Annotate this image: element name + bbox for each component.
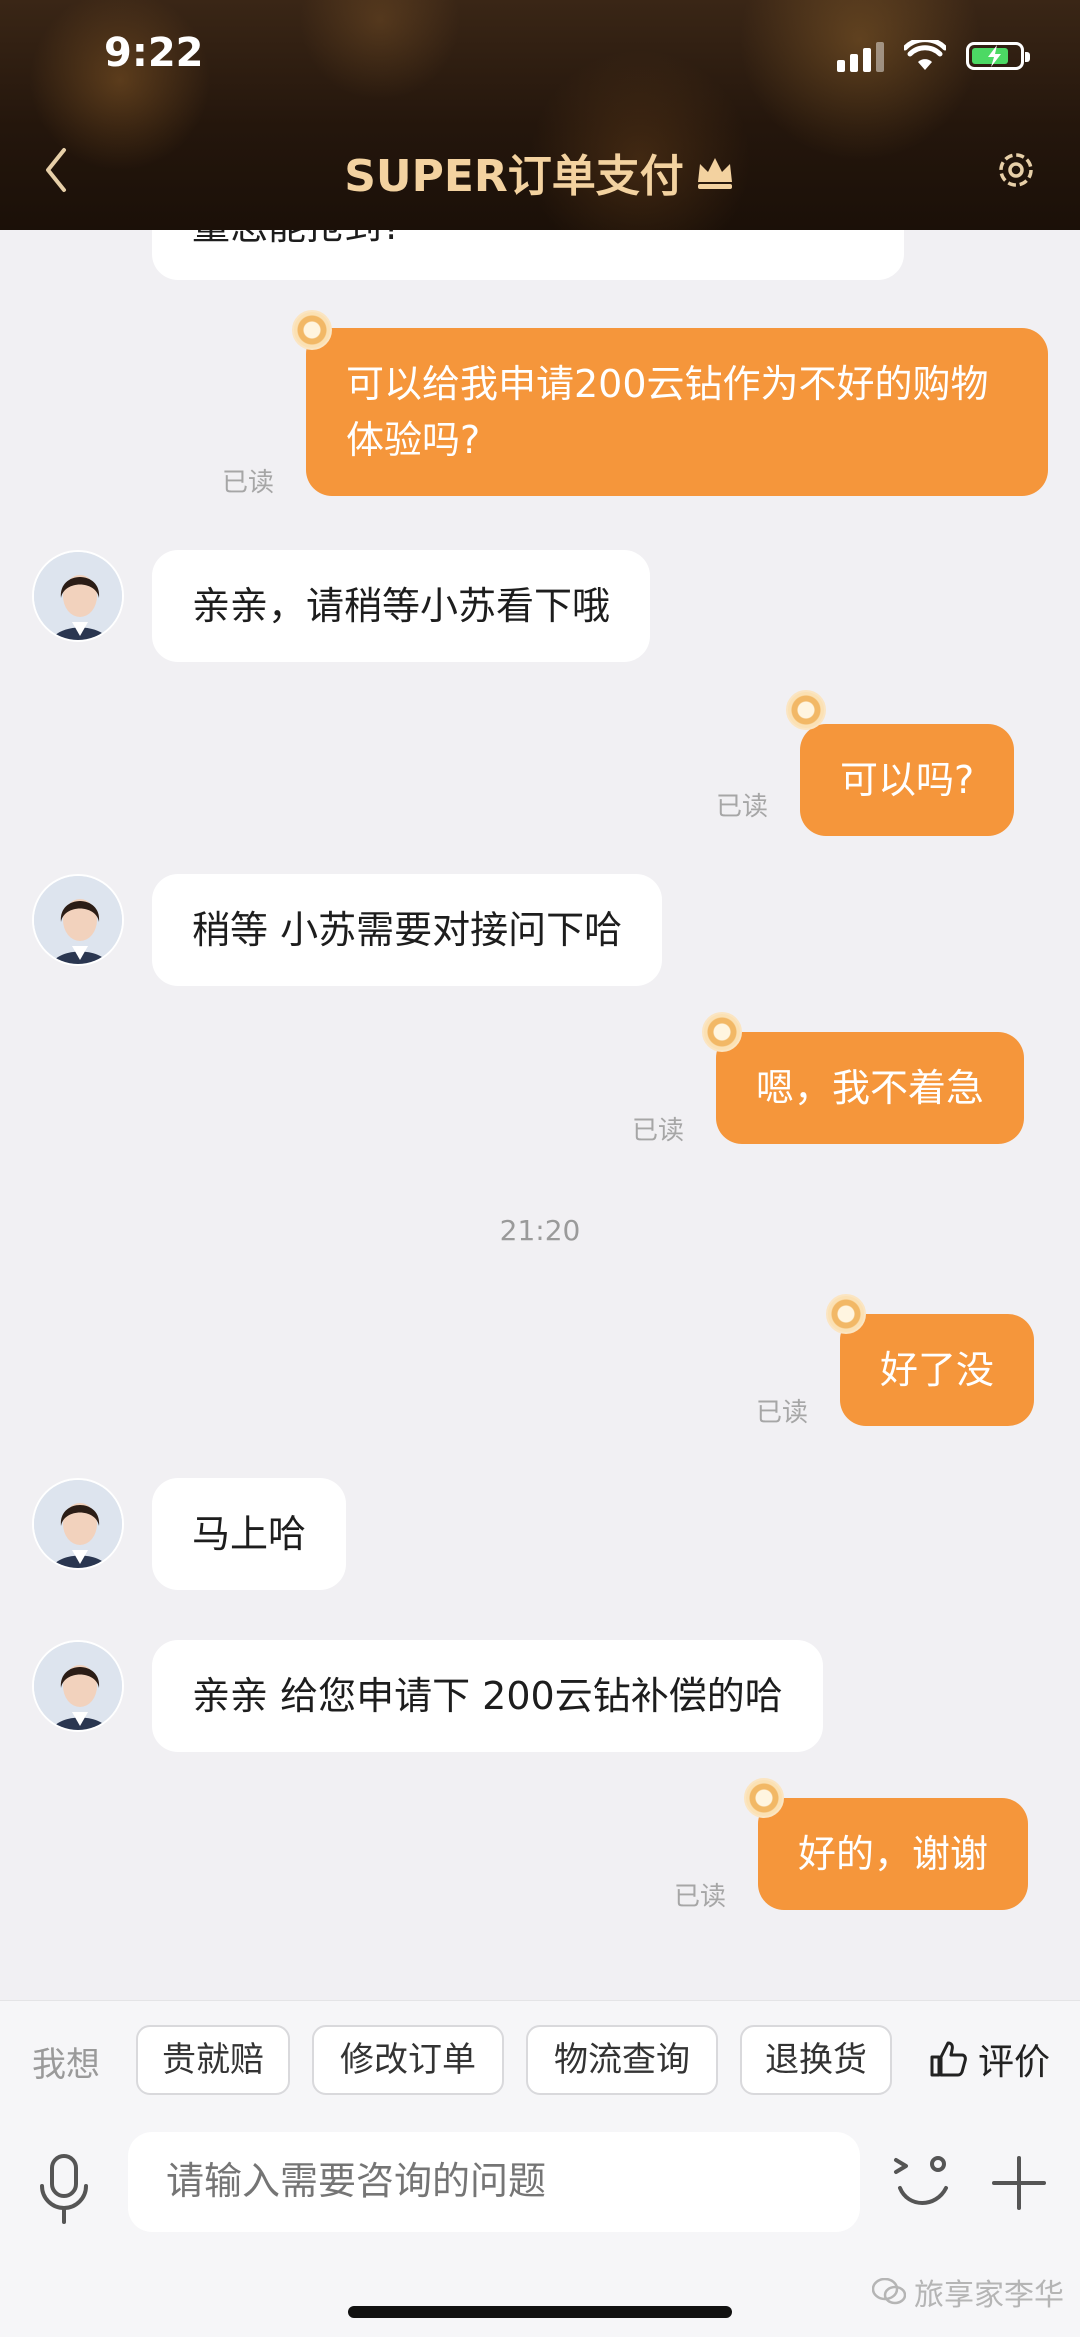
- message-text: 亲亲 给您申请下 200云钻补偿的哈: [192, 1674, 783, 1718]
- chat-bubble-right: 好的，谢谢: [758, 1798, 1029, 1910]
- home-indicator: [348, 2306, 732, 2318]
- rate-label: 评价: [977, 2042, 1050, 2083]
- message-text: 好了没: [880, 1348, 995, 1392]
- emoji-icon[interactable]: [888, 2148, 958, 2218]
- quick-actions-label: 我想: [32, 2045, 100, 2085]
- plus-icon[interactable]: [984, 2148, 1054, 2218]
- settings-gear-icon[interactable]: [992, 146, 1040, 194]
- chat-bubble-right: 可以给我申请200云钻作为不好的购物体验吗?: [306, 328, 1048, 496]
- status-icons: [837, 36, 1030, 76]
- message-text: 马上哈: [192, 1512, 307, 1556]
- read-status: 已读: [632, 1116, 685, 1146]
- message-text: 可以给我申请200云钻作为不好的购物体验吗?: [346, 362, 989, 462]
- chat-bubble-left: 稍等 小苏需要对接问下哈: [152, 874, 663, 986]
- quick-actions-bar: 我想 贵就赔 修改订单 物流查询 退换货 评价: [0, 2000, 1080, 2121]
- vip-badge-icon: [702, 1012, 742, 1052]
- chip-return-exchange[interactable]: 退换货: [740, 2025, 892, 2095]
- signal-icon: [837, 40, 884, 72]
- page-title: SUPER订单支付: [344, 140, 736, 204]
- chat-bubble-right: 嗯，我不着急: [716, 1032, 1025, 1144]
- chat-bubble-right: 好了没: [840, 1314, 1035, 1426]
- message-text: 好的，谢谢: [798, 1832, 989, 1876]
- input-bar: 旅享家李华: [0, 2120, 1080, 2337]
- watermark-text: 旅享家李华: [914, 2278, 1064, 2313]
- read-status: 已读: [674, 1882, 727, 1912]
- message-text: 可以吗?: [840, 758, 975, 802]
- chip-price-protect[interactable]: 贵就赔: [136, 2025, 290, 2095]
- message-text: 亲亲，请稍等小苏看下哦: [192, 584, 611, 628]
- wifi-icon: [904, 40, 946, 70]
- page-title-text: SUPER订单支付: [344, 151, 684, 202]
- wechat-logo-icon: [872, 2278, 906, 2305]
- chat-bubble-left: 亲亲，请稍等小苏看下哦: [152, 550, 651, 662]
- read-status: 已读: [756, 1398, 809, 1428]
- crown-icon: [697, 158, 732, 189]
- vip-badge-icon: [292, 310, 332, 350]
- chat-bubble-right: 可以吗?: [800, 724, 1015, 836]
- message-text: 稍等 小苏需要对接问下哈: [192, 908, 623, 952]
- chip-modify-order[interactable]: 修改订单: [312, 2025, 504, 2095]
- chat-bubble-left: 亲亲 给您申请下 200云钻补偿的哈: [152, 1640, 823, 1752]
- microphone-icon[interactable]: [34, 2150, 94, 2230]
- read-status: 已读: [222, 468, 275, 498]
- chat-timestamp: 21:20: [499, 1214, 581, 1247]
- message-input[interactable]: [128, 2132, 860, 2232]
- chip-logistics[interactable]: 物流查询: [526, 2025, 718, 2095]
- vip-badge-icon: [826, 1294, 866, 1334]
- agent-avatar[interactable]: [32, 874, 124, 966]
- rate-button[interactable]: 评价: [928, 2033, 1050, 2085]
- agent-avatar[interactable]: [32, 1478, 124, 1570]
- vip-badge-icon: [786, 690, 826, 730]
- thumbs-up-icon: [930, 2041, 967, 2077]
- header-bar: 9:22 SUPER订单支付: [0, 0, 1080, 230]
- partial-text: 量怎能抢到?: [192, 230, 402, 248]
- agent-avatar[interactable]: [32, 550, 124, 642]
- message-text: 嗯，我不着急: [756, 1066, 985, 1110]
- chat-bubble-partial: 量怎能抢到?: [152, 230, 904, 280]
- watermark: 旅享家李华: [872, 2270, 1064, 2314]
- battery-icon: [966, 42, 1030, 70]
- status-time: 9:22: [104, 30, 204, 76]
- vip-badge-icon: [744, 1778, 784, 1818]
- chat-area[interactable]: 量怎能抢到? 可以给我申请200云钻作为不好的购物体验吗? 已读 亲亲，请稍等小…: [0, 230, 1080, 2000]
- read-status: 已读: [716, 792, 769, 822]
- agent-avatar[interactable]: [32, 1640, 124, 1732]
- chat-bubble-left: 马上哈: [152, 1478, 347, 1590]
